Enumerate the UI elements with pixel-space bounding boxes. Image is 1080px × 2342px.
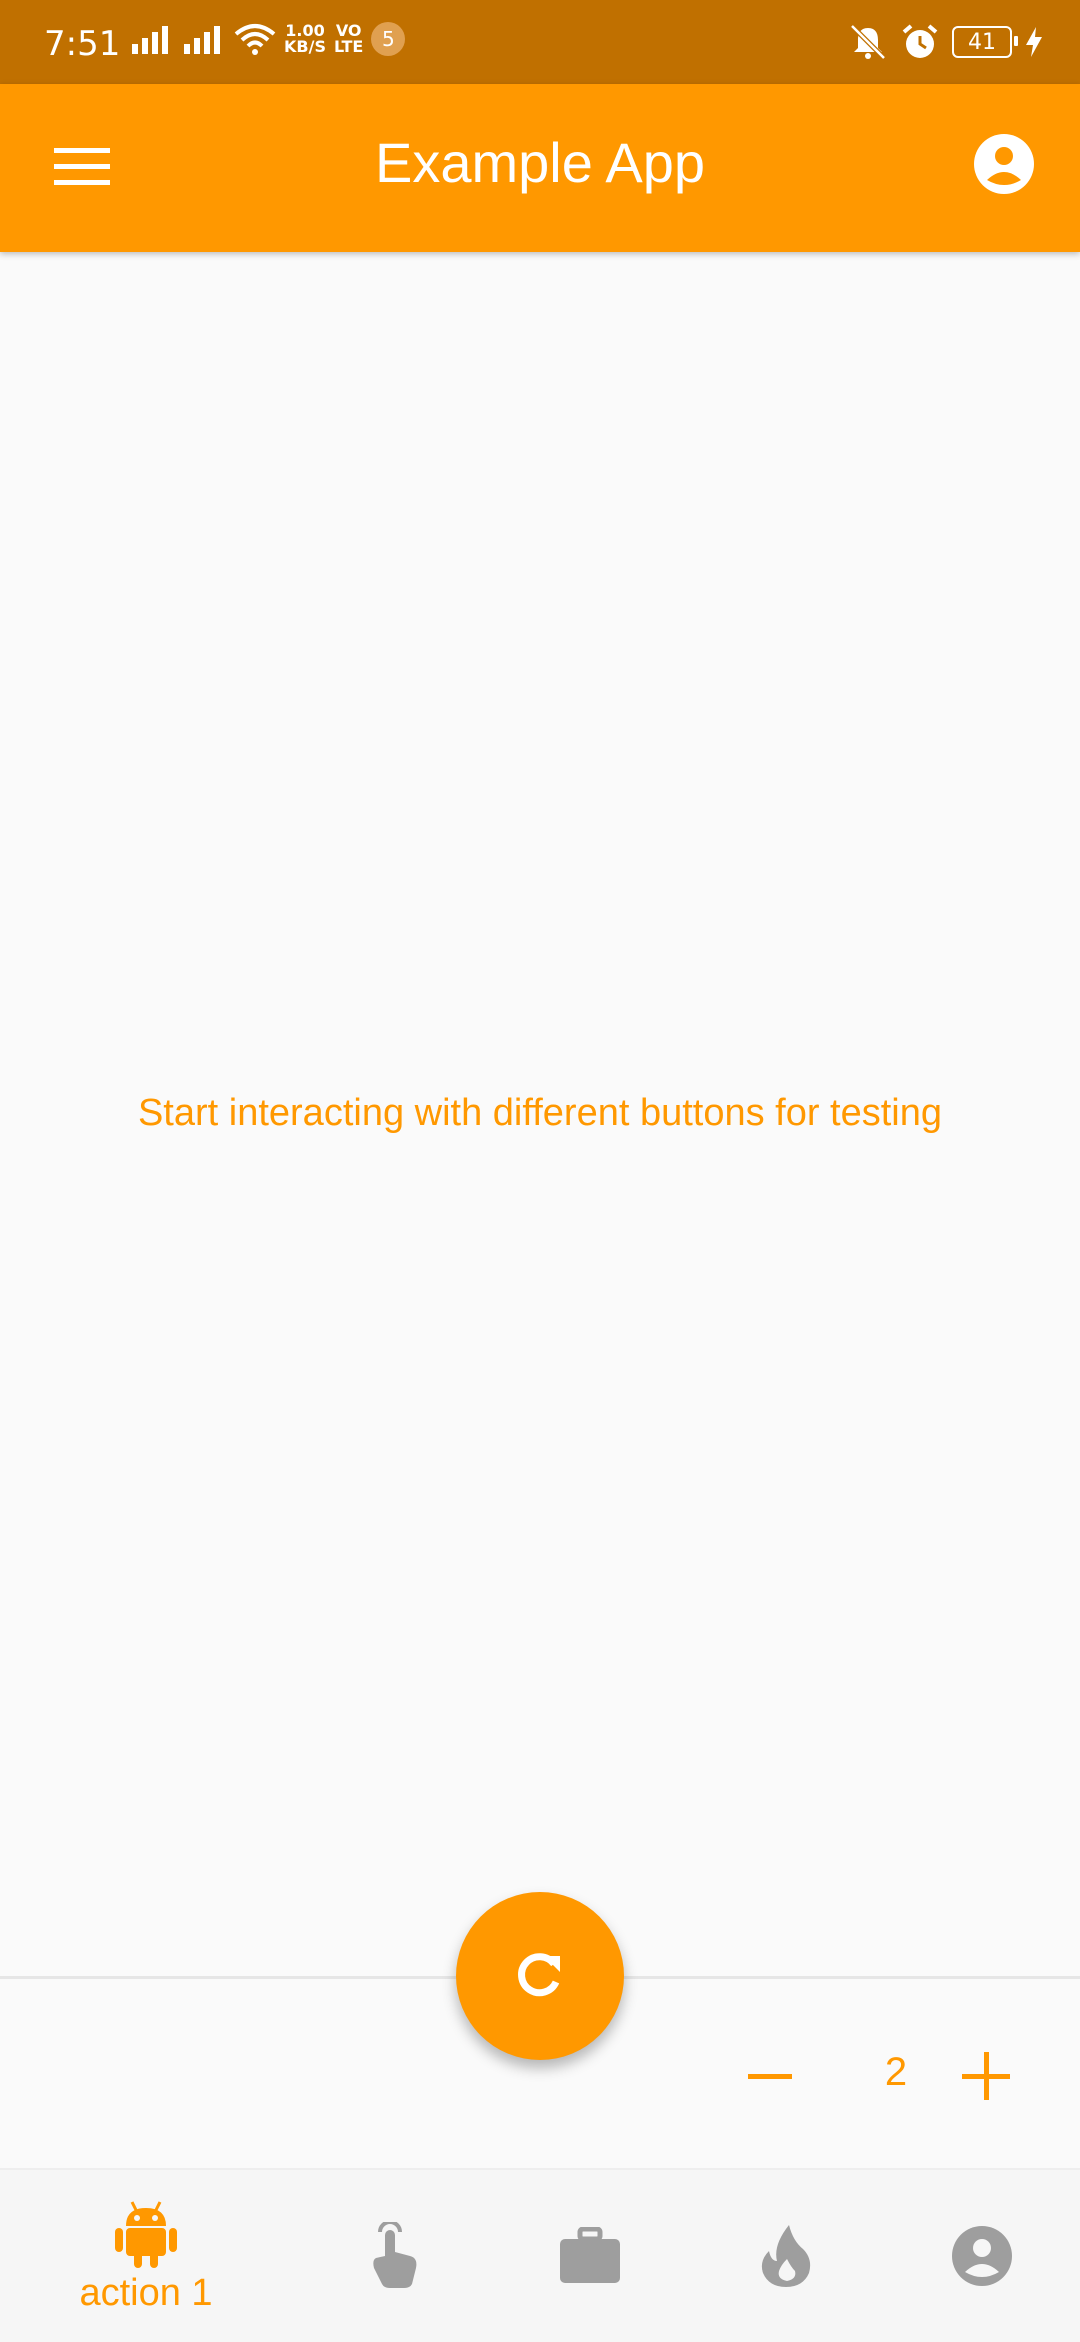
account-button[interactable]	[972, 132, 1044, 204]
nav-item-account[interactable]	[874, 2170, 1080, 2342]
fire-icon	[761, 2225, 811, 2287]
volte-indicator: VO LTE	[334, 23, 363, 55]
status-time: 7:51	[44, 24, 121, 64]
app-bar: Example App	[0, 84, 1080, 252]
wifi-icon	[234, 24, 276, 55]
net-speed-unit: KB/S	[284, 37, 326, 56]
refresh-icon	[518, 1953, 560, 1997]
instruction-text: Start interacting with different buttons…	[137, 1092, 943, 1134]
nav-item-label: action 1	[79, 2271, 213, 2314]
volte-bottom: LTE	[333, 37, 364, 56]
alarm-icon	[902, 24, 938, 58]
nav-item-touch[interactable]	[286, 2170, 502, 2342]
status-bar: 7:51 1.00 KB/S VO LTE 5 41	[0, 0, 1080, 84]
nav-item-action-1[interactable]: action 1	[38, 2170, 254, 2342]
page-title: Example App	[375, 131, 705, 194]
bottom-navigation: action 1	[0, 2168, 1080, 2342]
signal-icon-2	[184, 26, 220, 54]
quantity-stepper: 2	[740, 2036, 1040, 2116]
charging-icon	[1026, 27, 1042, 57]
plus-icon	[962, 2052, 1010, 2100]
touch-icon	[373, 2222, 417, 2288]
minus-icon	[748, 2074, 792, 2079]
nav-item-briefcase[interactable]	[482, 2170, 698, 2342]
decrement-button[interactable]	[740, 2036, 800, 2116]
increment-button[interactable]	[956, 2036, 1016, 2116]
status-left-icons: 1.00 KB/S VO LTE 5	[130, 22, 406, 56]
briefcase-icon	[560, 2227, 620, 2283]
account-icon	[952, 2226, 1012, 2286]
battery-indicator: 41	[952, 26, 1018, 58]
notification-count-badge: 5	[371, 22, 406, 56]
mute-bell-icon	[850, 24, 886, 60]
android-icon	[115, 2200, 177, 2268]
signal-icon	[132, 26, 168, 54]
nav-item-fire[interactable]	[678, 2170, 894, 2342]
account-icon	[974, 134, 1034, 194]
refresh-fab-button[interactable]	[456, 1892, 624, 2060]
status-right-icons: 41	[848, 22, 1044, 62]
stepper-value: 2	[884, 2050, 908, 2094]
net-speed: 1.00 KB/S	[284, 23, 326, 55]
